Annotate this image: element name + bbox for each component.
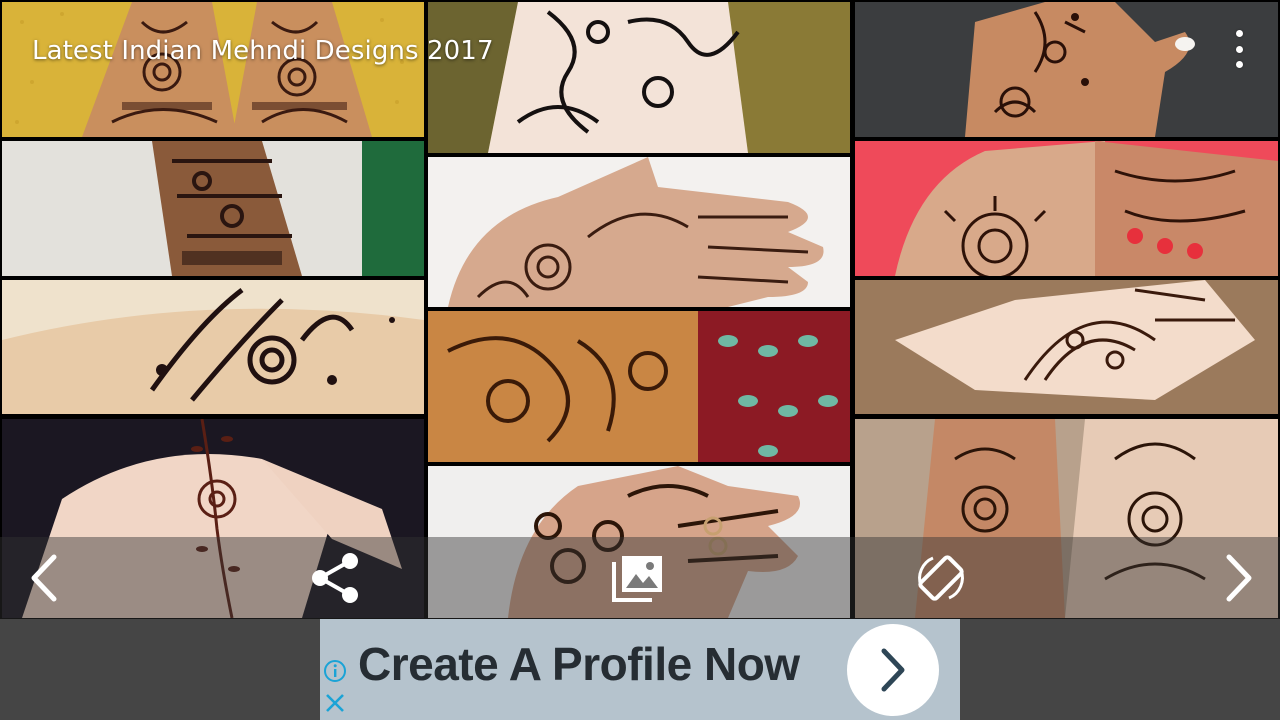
info-icon[interactable] xyxy=(323,659,347,683)
mehndi-photo-2[interactable] xyxy=(428,2,850,153)
share-icon xyxy=(312,553,358,603)
mehndi-photo-9[interactable] xyxy=(855,280,1278,414)
next-button[interactable] xyxy=(1200,537,1280,619)
previous-button[interactable] xyxy=(0,537,85,619)
share-button[interactable] xyxy=(295,537,375,619)
more-vert-icon[interactable] xyxy=(1228,30,1250,68)
app-title: Latest Indian Mehndi Designs 2017 xyxy=(32,36,494,66)
image-controls-bar xyxy=(0,537,1280,619)
set-wallpaper-button[interactable] xyxy=(598,537,678,619)
chevron-right-icon xyxy=(1226,554,1252,602)
chevron-left-icon xyxy=(31,554,56,602)
mehndi-photo-4[interactable] xyxy=(2,141,424,276)
more-dot xyxy=(1235,61,1243,68)
ad-banner[interactable]: Create A Profile Now xyxy=(320,619,960,720)
chevron-right-icon xyxy=(881,648,905,692)
close-icon[interactable] xyxy=(323,691,347,715)
rotate-button[interactable] xyxy=(900,537,982,619)
mehndi-photo-6[interactable] xyxy=(855,141,1278,276)
mehndi-photo-8[interactable] xyxy=(428,311,850,462)
ad-headline: Create A Profile Now xyxy=(358,638,800,690)
more-dot xyxy=(1235,45,1243,53)
ad-bar: Create A Profile Now xyxy=(0,619,1280,720)
image-gallery-icon xyxy=(612,556,662,602)
mehndi-photo-5[interactable] xyxy=(428,157,850,307)
screen-rotation-icon xyxy=(918,555,964,601)
mehndi-photo-1[interactable] xyxy=(2,2,424,137)
ad-cta-button[interactable] xyxy=(847,624,939,716)
more-dot xyxy=(1235,30,1243,37)
mehndi-photo-3[interactable] xyxy=(855,2,1278,137)
mehndi-photo-7[interactable] xyxy=(2,280,424,414)
